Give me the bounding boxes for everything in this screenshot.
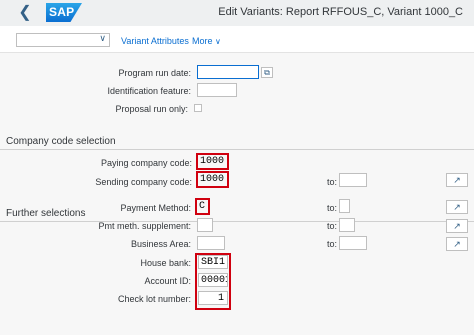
sending-company-code-label: Sending company code: — [95, 177, 192, 187]
section-divider — [0, 221, 474, 222]
identification-feature-label: Identification feature: — [107, 86, 191, 96]
house-bank-label: House bank: — [140, 258, 191, 268]
to-label: to: — [327, 239, 338, 249]
pmt-meth-supplement-input[interactable] — [197, 218, 213, 232]
house-bank-input[interactable]: SBI1 — [198, 255, 228, 269]
multiple-selection-icon[interactable]: ↗ — [446, 237, 468, 251]
account-id-label: Account ID: — [144, 276, 191, 286]
payment-method-input[interactable]: C — [197, 200, 208, 213]
check-lot-number-label: Check lot number: — [117, 294, 191, 304]
pmt-meth-supplement-label: Pmt meth. supplement: — [98, 221, 191, 231]
sending-company-code-input[interactable]: 1000 — [198, 173, 227, 186]
sending-company-code-to-input[interactable] — [339, 173, 367, 187]
payment-method-to-input[interactable] — [339, 199, 350, 213]
business-area-to-input[interactable] — [339, 236, 367, 250]
account-id-input[interactable]: 00001 — [198, 273, 228, 287]
program-run-date-label: Program run date: — [118, 68, 191, 78]
variant-attributes-button[interactable]: Variant Attributes — [121, 36, 189, 46]
to-label: to: — [327, 221, 338, 231]
check-lot-number-input[interactable]: 1 — [198, 291, 228, 305]
section-divider — [0, 149, 474, 150]
further-selections-title: Further selections — [6, 208, 86, 219]
chevron-down-icon: ∨ — [215, 37, 221, 46]
more-menu-button[interactable]: More ∨ — [192, 36, 221, 46]
variant-select[interactable]: ∨ — [16, 33, 110, 47]
multiple-selection-icon[interactable]: ↗ — [446, 219, 468, 233]
multiple-selection-icon[interactable]: ↗ — [446, 173, 468, 187]
program-run-date-input[interactable] — [197, 65, 259, 79]
payment-method-label: Payment Method: — [120, 203, 191, 213]
identification-feature-input[interactable] — [197, 83, 237, 97]
proposal-run-only-checkbox[interactable] — [194, 104, 202, 112]
proposal-run-only-label: Proposal run only: — [115, 104, 188, 114]
to-label: to: — [327, 203, 338, 213]
paying-company-code-input[interactable]: 1000 — [198, 155, 227, 168]
pmt-meth-supplement-to-input[interactable] — [339, 218, 355, 232]
page-title: Edit Variants: Report RFFOUS_C, Variant … — [218, 6, 463, 18]
chevron-down-icon: ∨ — [99, 33, 106, 43]
company-code-section-title: Company code selection — [6, 136, 116, 147]
calendar-icon[interactable]: ⧉ — [261, 67, 273, 78]
business-area-input[interactable] — [197, 236, 225, 250]
back-button[interactable]: ❮ — [16, 5, 34, 21]
paying-company-code-label: Paying company code: — [100, 158, 192, 168]
to-label: to: — [327, 177, 338, 187]
multiple-selection-icon[interactable]: ↗ — [446, 200, 468, 214]
business-area-label: Business Area: — [130, 239, 191, 249]
more-label: More — [192, 36, 213, 46]
